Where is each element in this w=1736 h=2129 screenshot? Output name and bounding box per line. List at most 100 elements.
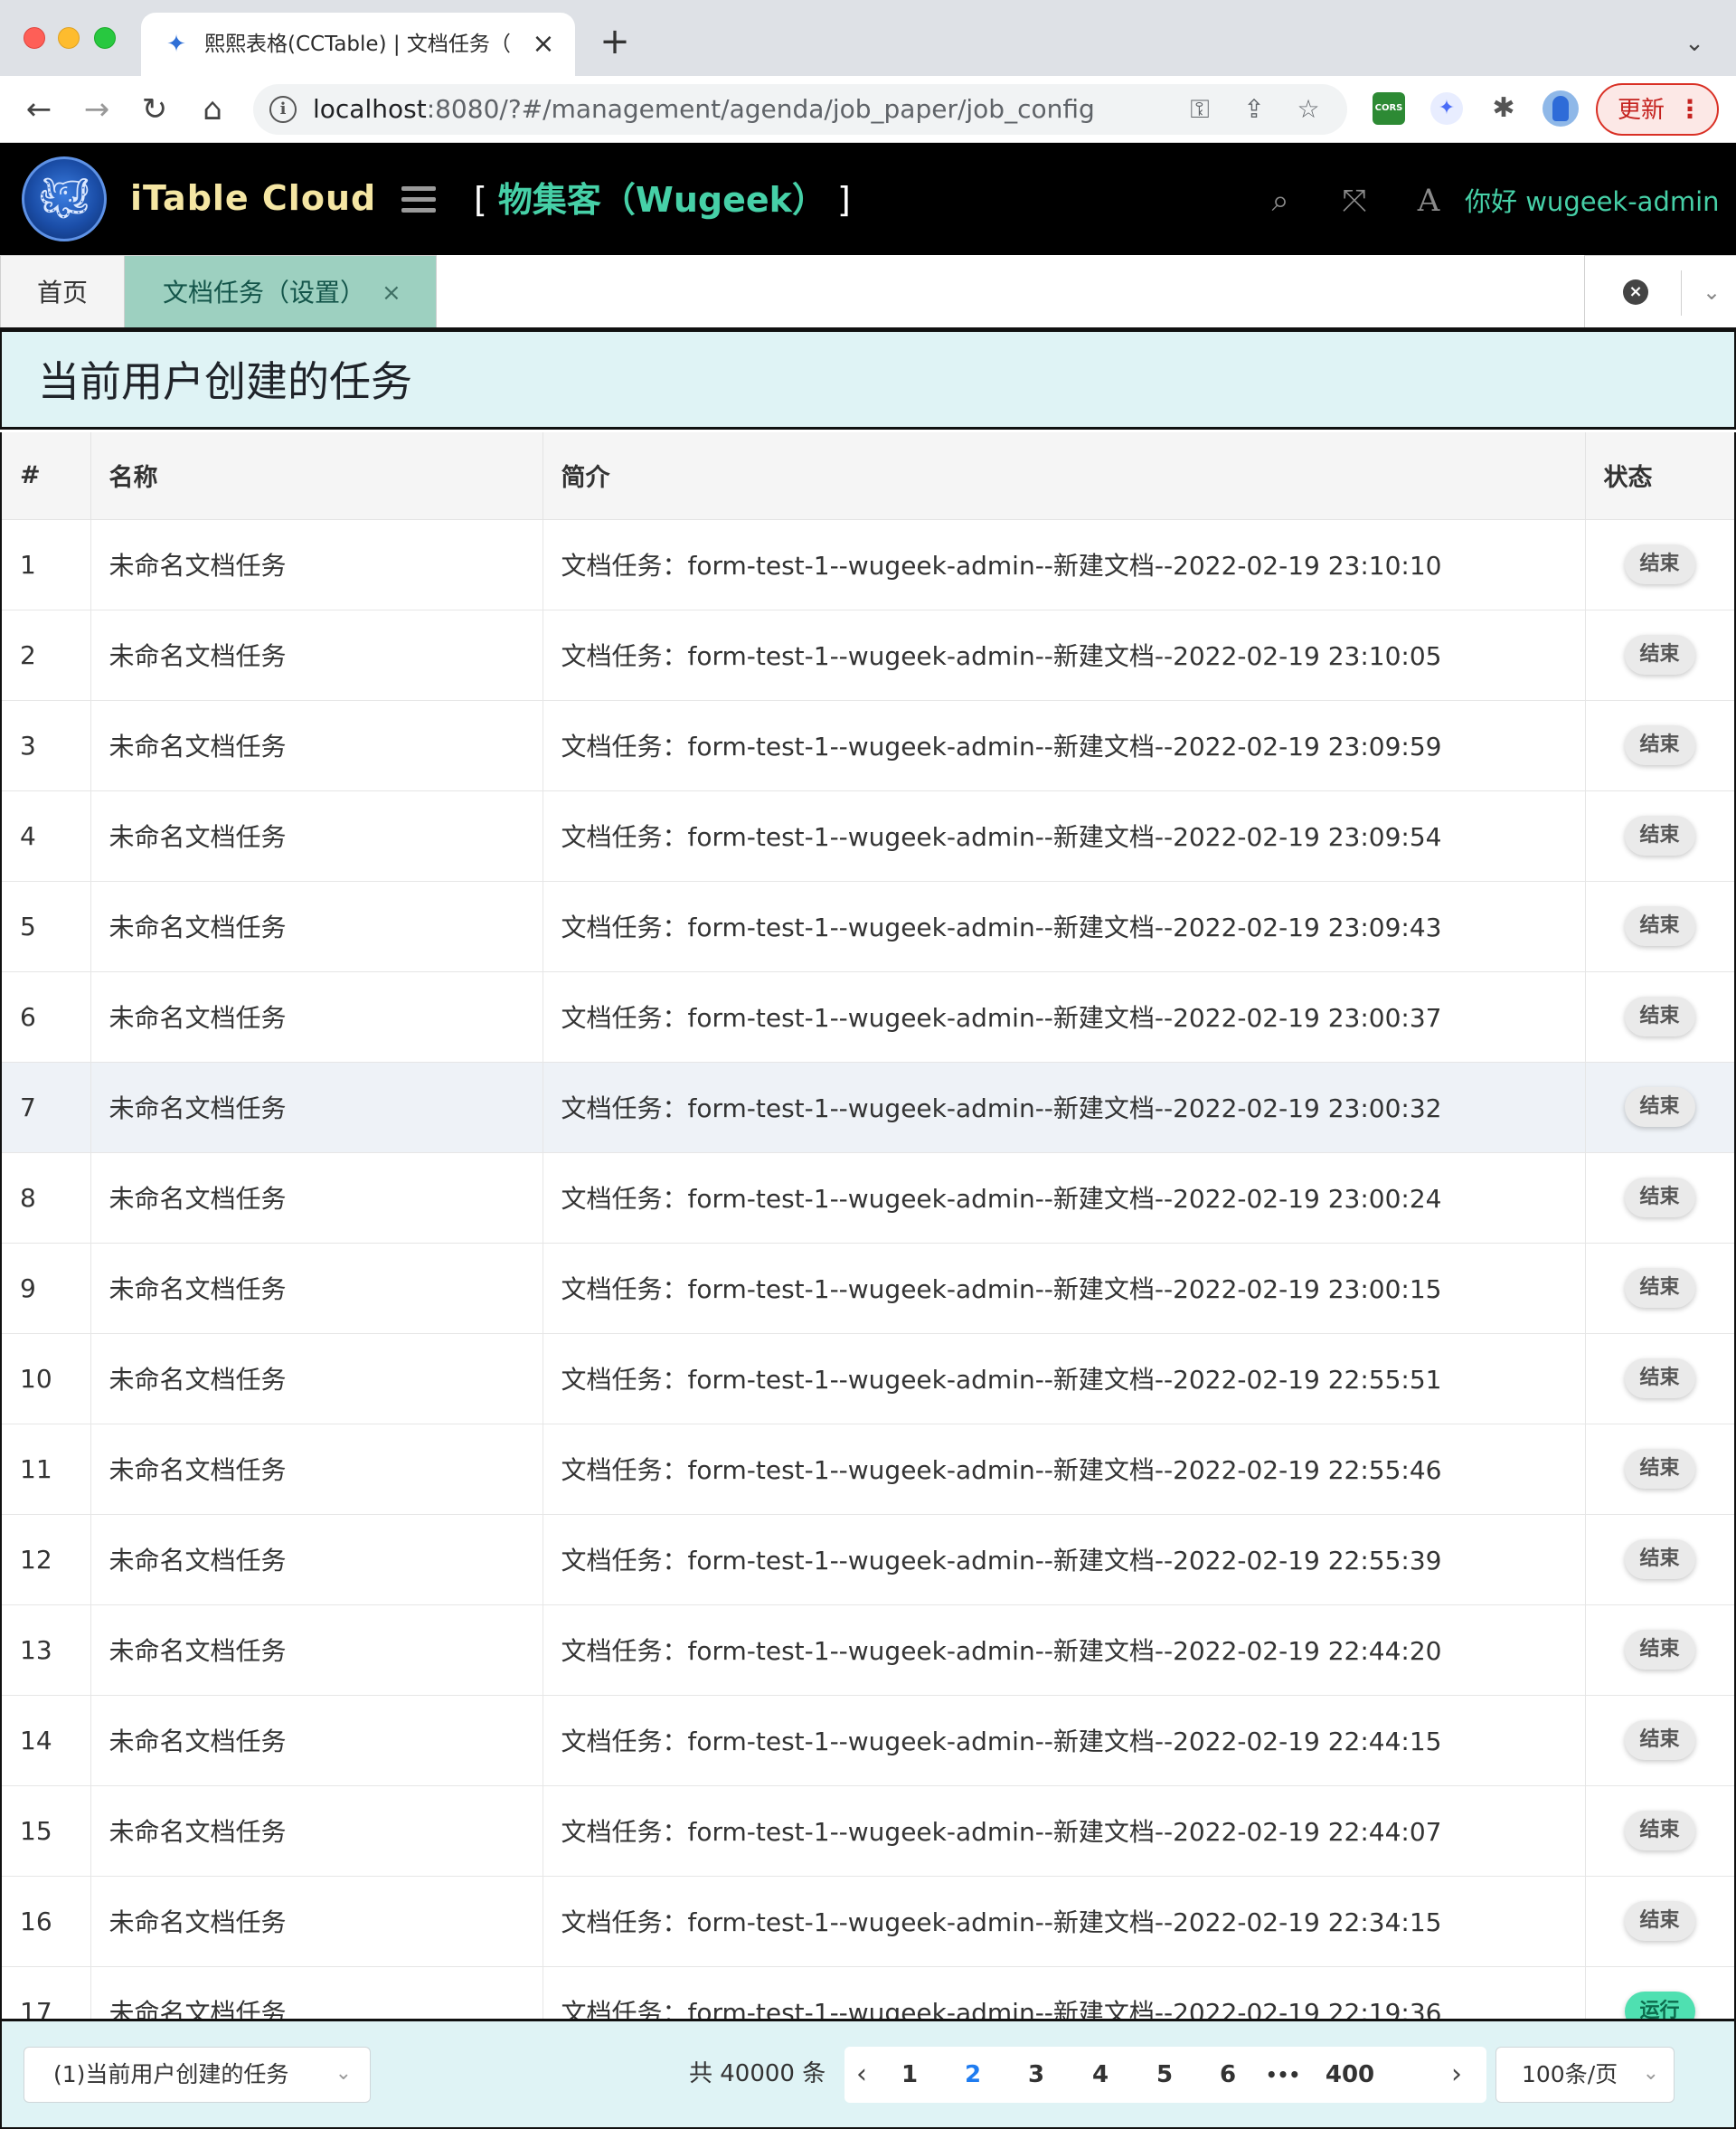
- tab-close-icon[interactable]: ×: [382, 278, 401, 308]
- view-select[interactable]: (1)当前用户创建的任务 ⌄: [24, 2047, 371, 2103]
- page-size-value: 100条/页: [1522, 2061, 1618, 2087]
- user-greeting[interactable]: 你好 wugeek-admin: [1465, 186, 1720, 217]
- page-button[interactable]: 6: [1210, 2059, 1246, 2090]
- back-arrow-icon[interactable]: ←: [20, 90, 58, 128]
- table-row[interactable]: 9 未命名文档任务 文档任务：form-test-1--wugeek-admin--…: [2, 1243, 1734, 1334]
- menu-toggle-icon[interactable]: [401, 186, 436, 213]
- window-minimize-button[interactable]: [58, 27, 80, 49]
- home-icon[interactable]: ⌂: [193, 90, 231, 128]
- row-num: 9: [2, 1243, 91, 1334]
- window-zoom-button[interactable]: [94, 27, 116, 49]
- new-tab-button[interactable]: +: [597, 24, 633, 60]
- url-text[interactable]: localhost:8080/?#/management/agenda/job_…: [313, 95, 1095, 124]
- header-desc[interactable]: 简介: [542, 432, 1586, 520]
- task-table: # 名称 简介 状态 1 未命名文档任务 文档任务：form-test-1--wug…: [2, 432, 1734, 2019]
- browser-tab[interactable]: ✦ 熙熙表格(CCTable) | 文档任务（ ×: [141, 13, 575, 76]
- next-page-icon[interactable]: ›: [1445, 2059, 1468, 2090]
- tab-home-label: 首页: [37, 278, 89, 308]
- table-row[interactable]: 13 未命名文档任务 文档任务：form-test-1--wugeek-admin-…: [2, 1604, 1734, 1696]
- page-button[interactable]: 400: [1320, 2059, 1380, 2090]
- tabs-dropdown-chevron-icon[interactable]: ⌄: [1694, 276, 1730, 308]
- blue-extension-icon[interactable]: ✦: [1430, 92, 1463, 125]
- table-row[interactable]: 12 未命名文档任务 文档任务：form-test-1--wugeek-admin-…: [2, 1514, 1734, 1605]
- status-badge: 结束: [1624, 1358, 1695, 1398]
- row-num: 3: [2, 700, 91, 791]
- tab-doc-task-settings[interactable]: 文档任务（设置） ×: [125, 255, 437, 329]
- row-name: 未命名文档任务: [90, 790, 543, 882]
- tabs-divider: [1681, 270, 1682, 316]
- row-num: 2: [2, 610, 91, 701]
- row-status-cell: 结束: [1585, 1514, 1734, 1605]
- page-size-select[interactable]: 100条/页 ⌄: [1495, 2047, 1675, 2103]
- status-badge: 结束: [1624, 635, 1695, 675]
- browser-update-button[interactable]: 更新 ⋮: [1596, 83, 1719, 136]
- prev-page-icon[interactable]: ‹: [850, 2059, 873, 2090]
- table-row[interactable]: 15 未命名文档任务 文档任务：form-test-1--wugeek-admin-…: [2, 1785, 1734, 1877]
- close-all-tabs-icon[interactable]: ×: [1623, 279, 1648, 305]
- extensions-puzzle-icon[interactable]: ✱: [1487, 92, 1520, 125]
- row-status-cell: 结束: [1585, 1604, 1734, 1696]
- row-status-cell: 结束: [1585, 1062, 1734, 1153]
- table-row[interactable]: 10 未命名文档任务 文档任务：form-test-1--wugeek-admin-…: [2, 1333, 1734, 1424]
- table-row[interactable]: 8 未命名文档任务 文档任务：form-test-1--wugeek-admin--…: [2, 1152, 1734, 1244]
- table-row[interactable]: 17 未命名文档任务 文档任务：form-test-1--wugeek-admin-…: [2, 1966, 1734, 2019]
- row-num: 8: [2, 1152, 91, 1244]
- row-num: 13: [2, 1604, 91, 1696]
- status-badge: 结束: [1624, 1811, 1695, 1850]
- share-icon[interactable]: ⇪: [1239, 94, 1269, 125]
- forward-arrow-icon[interactable]: →: [78, 90, 116, 128]
- page-button-current[interactable]: 2: [955, 2059, 991, 2090]
- page-button[interactable]: 5: [1146, 2059, 1183, 2090]
- table-row[interactable]: 1 未命名文档任务 文档任务：form-test-1--wugeek-admin--…: [2, 519, 1734, 610]
- row-name: 未命名文档任务: [90, 1604, 543, 1696]
- row-num: 1: [2, 519, 91, 610]
- table-row[interactable]: 14 未命名文档任务 文档任务：form-test-1--wugeek-admin-…: [2, 1695, 1734, 1786]
- search-icon[interactable]: ⌕: [1260, 181, 1300, 221]
- tab-home[interactable]: 首页: [0, 255, 125, 329]
- table-row[interactable]: 4 未命名文档任务 文档任务：form-test-1--wugeek-admin--…: [2, 790, 1734, 882]
- fullscreen-icon[interactable]: ⤧: [1335, 181, 1374, 221]
- address-bar[interactable]: i localhost:8080/?#/management/agenda/jo…: [253, 84, 1347, 135]
- task-table-container: # 名称 简介 状态 1 未命名文档任务 文档任务：form-test-1--wug…: [0, 432, 1736, 2019]
- row-name: 未命名文档任务: [90, 971, 543, 1063]
- row-name: 未命名文档任务: [90, 1424, 543, 1515]
- table-row[interactable]: 7 未命名文档任务 文档任务：form-test-1--wugeek-admin--…: [2, 1062, 1734, 1153]
- status-badge: 结束: [1624, 1720, 1695, 1760]
- site-favicon-icon: ✦: [166, 31, 186, 58]
- cors-extension-icon[interactable]: CORS: [1373, 92, 1405, 125]
- view-select-value: (1)当前用户创建的任务: [53, 2061, 289, 2087]
- table-row[interactable]: 11 未命名文档任务 文档任务：form-test-1--wugeek-admin-…: [2, 1424, 1734, 1515]
- profile-avatar[interactable]: [1543, 90, 1579, 127]
- table-row[interactable]: 3 未命名文档任务 文档任务：form-test-1--wugeek-admin--…: [2, 700, 1734, 791]
- row-status-cell: 结束: [1585, 610, 1734, 701]
- row-name: 未命名文档任务: [90, 610, 543, 701]
- table-row[interactable]: 16 未命名文档任务 文档任务：form-test-1--wugeek-admin-…: [2, 1876, 1734, 1967]
- bookmark-star-icon[interactable]: ☆: [1293, 94, 1324, 125]
- brand-name: iTable Cloud: [130, 178, 377, 218]
- font-size-icon[interactable]: A: [1409, 181, 1448, 221]
- window-close-button[interactable]: [24, 27, 45, 49]
- table-row[interactable]: 5 未命名文档任务 文档任务：form-test-1--wugeek-admin--…: [2, 881, 1734, 972]
- table-row[interactable]: 2 未命名文档任务 文档任务：form-test-1--wugeek-admin--…: [2, 610, 1734, 701]
- table-row[interactable]: 6 未命名文档任务 文档任务：form-test-1--wugeek-admin--…: [2, 971, 1734, 1063]
- row-name: 未命名文档任务: [90, 1152, 543, 1244]
- page-button[interactable]: 1: [892, 2059, 928, 2090]
- header-num[interactable]: #: [2, 432, 91, 520]
- row-num: 16: [2, 1876, 91, 1967]
- row-desc: 文档任务：form-test-1--wugeek-admin--新建文档--20…: [542, 790, 1586, 882]
- page-button[interactable]: 4: [1082, 2059, 1118, 2090]
- site-info-icon[interactable]: i: [269, 96, 297, 123]
- tab-search-chevron-icon[interactable]: ⌄: [1678, 27, 1711, 60]
- more-menu-icon: ⋮: [1677, 94, 1703, 124]
- row-num: 14: [2, 1695, 91, 1786]
- url-path: :8080/?#/management/agenda/job_paper/job…: [426, 94, 1095, 124]
- status-badge: 结束: [1624, 816, 1695, 856]
- page-button[interactable]: 3: [1018, 2059, 1054, 2090]
- key-icon[interactable]: ⚿: [1184, 94, 1215, 125]
- row-desc: 文档任务：form-test-1--wugeek-admin--新建文档--20…: [542, 1876, 1586, 1967]
- header-name[interactable]: 名称: [90, 432, 543, 520]
- page-ellipsis[interactable]: •••: [1260, 2059, 1306, 2090]
- browser-tab-close-icon[interactable]: ×: [528, 29, 559, 60]
- header-status[interactable]: 状态: [1585, 432, 1734, 520]
- reload-icon[interactable]: ↻: [136, 90, 174, 128]
